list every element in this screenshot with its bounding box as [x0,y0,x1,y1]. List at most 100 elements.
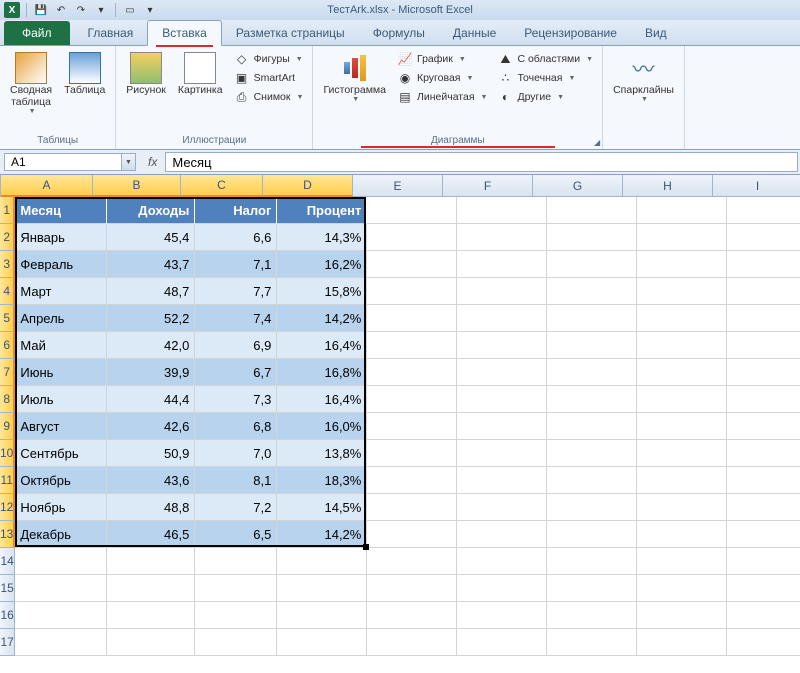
cell[interactable]: Апрель [15,305,107,332]
cell[interactable] [727,359,800,386]
cell[interactable]: 16,2% [277,251,367,278]
cell[interactable] [367,575,457,602]
row-header[interactable]: 14 [0,548,15,575]
cell[interactable] [727,575,800,602]
cell[interactable]: 16,0% [277,413,367,440]
cell[interactable]: Июль [15,386,107,413]
cell[interactable]: Процент [277,197,367,224]
cell[interactable]: 16,4% [277,332,367,359]
cell[interactable] [457,413,547,440]
formula-input[interactable]: Месяц [165,152,798,172]
cell[interactable] [367,386,457,413]
cell[interactable] [277,575,367,602]
cell[interactable] [367,197,457,224]
pivot-table-button[interactable]: Сводная таблица ▼ [6,50,56,117]
cell[interactable] [637,494,727,521]
cell[interactable]: 14,3% [277,224,367,251]
sparklines-button[interactable]: 〰 Спарклайны ▼ [609,50,678,105]
cell[interactable] [195,548,277,575]
cell[interactable] [637,251,727,278]
cell[interactable] [457,359,547,386]
cell[interactable] [457,332,547,359]
cell[interactable]: Февраль [15,251,107,278]
cell[interactable] [727,548,800,575]
cell[interactable]: 6,7 [195,359,277,386]
row-header[interactable]: 9 [0,413,15,440]
column-header[interactable]: F [443,175,533,197]
column-header[interactable]: A [1,175,93,197]
cell[interactable]: Налог [195,197,277,224]
cell[interactable]: 14,2% [277,305,367,332]
picture-button[interactable]: Рисунок [122,50,170,98]
tab-page-layout[interactable]: Разметка страницы [222,21,359,45]
cell[interactable] [547,332,637,359]
cell[interactable]: 7,7 [195,278,277,305]
cell[interactable] [277,548,367,575]
name-box-dropdown[interactable]: ▼ [122,153,136,171]
row-header[interactable]: 6 [0,332,15,359]
cell[interactable] [367,305,457,332]
row-header[interactable]: 5 [0,305,15,332]
cell[interactable]: 39,9 [107,359,195,386]
cell[interactable] [107,602,195,629]
charts-dialog-launcher-icon[interactable]: ◢ [594,138,600,147]
cell[interactable]: 14,2% [277,521,367,548]
cell[interactable] [195,602,277,629]
cell[interactable] [367,224,457,251]
undo-icon[interactable]: ↶ [53,2,69,18]
cell[interactable] [277,602,367,629]
cell[interactable]: 6,9 [195,332,277,359]
name-box[interactable]: A1 [4,153,122,171]
cell[interactable] [637,413,727,440]
cell[interactable] [637,629,727,656]
cell[interactable]: 18,3% [277,467,367,494]
cell[interactable]: 6,5 [195,521,277,548]
cell[interactable]: 6,8 [195,413,277,440]
cell[interactable]: 43,7 [107,251,195,278]
cell[interactable] [547,305,637,332]
cell[interactable]: 14,5% [277,494,367,521]
cell[interactable] [547,548,637,575]
cell[interactable] [547,467,637,494]
cell[interactable] [367,440,457,467]
new-doc-icon[interactable]: ▭ [122,2,138,18]
cell[interactable] [547,521,637,548]
row-header[interactable]: 4 [0,278,15,305]
cell[interactable] [367,413,457,440]
cell[interactable] [727,251,800,278]
cell[interactable] [547,386,637,413]
column-header[interactable]: D [263,175,353,197]
cell[interactable] [547,413,637,440]
cell[interactable] [637,332,727,359]
cell[interactable] [547,575,637,602]
smartart-button[interactable]: ▣SmartArt [231,69,307,87]
tab-review[interactable]: Рецензирование [510,21,631,45]
cell[interactable] [367,494,457,521]
cell[interactable]: Август [15,413,107,440]
cell[interactable] [277,629,367,656]
cell[interactable] [457,440,547,467]
cell[interactable] [367,521,457,548]
cell[interactable]: 43,6 [107,467,195,494]
cell[interactable] [727,602,800,629]
cell[interactable] [727,305,800,332]
cell[interactable]: 6,6 [195,224,277,251]
column-header[interactable]: C [181,175,263,197]
cell[interactable] [727,629,800,656]
cell[interactable]: 44,4 [107,386,195,413]
column-header[interactable]: I [713,175,800,197]
scatter-chart-button[interactable]: ∴Точечная▼ [494,69,596,87]
cell[interactable]: Октябрь [15,467,107,494]
area-chart-button[interactable]: ⛰С областями▼ [494,50,596,68]
cell[interactable]: 48,7 [107,278,195,305]
cell[interactable] [727,386,800,413]
row-header[interactable]: 7 [0,359,15,386]
column-header[interactable]: H [623,175,713,197]
cell[interactable] [107,548,195,575]
shapes-button[interactable]: ◇Фигуры▼ [231,50,307,68]
cell[interactable] [637,575,727,602]
tab-formulas[interactable]: Формулы [359,21,439,45]
row-header[interactable]: 3 [0,251,15,278]
cell[interactable] [457,602,547,629]
row-header[interactable]: 2 [0,224,15,251]
